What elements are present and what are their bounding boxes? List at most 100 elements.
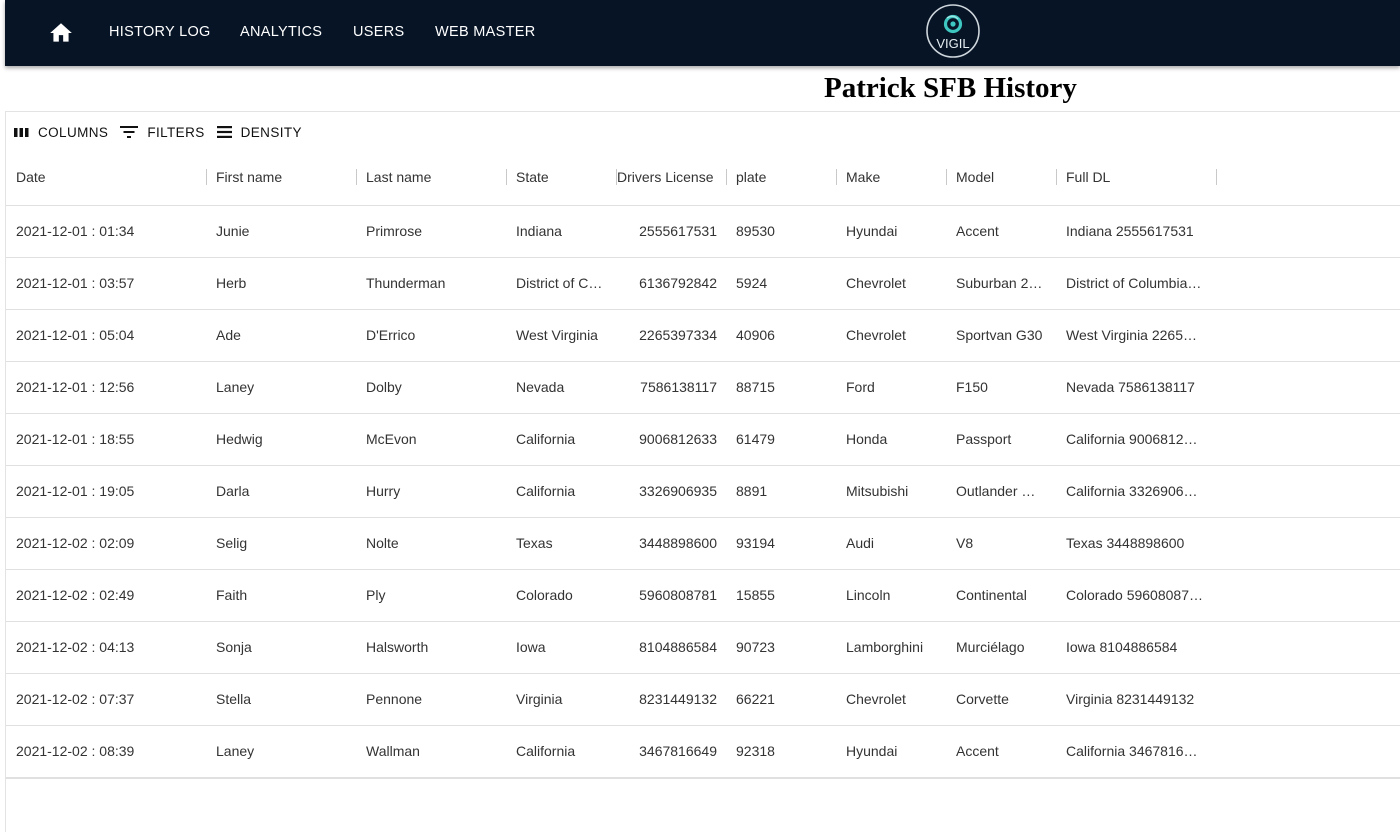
cell-date[interactable]: 2021-12-02 : 02:49 xyxy=(16,570,201,621)
cell-model[interactable]: Accent xyxy=(956,726,1048,777)
cell-date[interactable]: 2021-12-01 : 19:05 xyxy=(16,466,201,517)
vigil-logo[interactable]: VIGIL xyxy=(925,2,981,60)
cell-state[interactable]: Iowa xyxy=(516,622,608,673)
cell-plate[interactable]: 15855 xyxy=(736,570,831,621)
cell-make[interactable]: Lincoln xyxy=(846,570,941,621)
nav-users[interactable]: USERS xyxy=(353,24,404,40)
cell-model[interactable]: Corvette xyxy=(956,674,1048,725)
cell-first-name[interactable]: Faith xyxy=(216,570,351,621)
cell-plate[interactable]: 88715 xyxy=(736,362,831,413)
table-row[interactable]: 2021-12-01 : 01:34 Junie Primrose Indiana 25… xyxy=(6,206,1400,258)
cell-full-dl[interactable]: Iowa 8104886584 xyxy=(1066,622,1208,673)
column-separator[interactable] xyxy=(206,169,207,185)
cell-state[interactable]: Nevada xyxy=(516,362,608,413)
cell-make[interactable]: Honda xyxy=(846,414,941,465)
table-row[interactable]: 2021-12-01 : 12:56 Laney Dolby Nevada 758613… xyxy=(6,362,1400,414)
cell-model[interactable]: Murciélago xyxy=(956,622,1048,673)
cell-model[interactable]: Sportvan G30 xyxy=(956,310,1048,361)
cell-drivers-license[interactable]: 5960808781 xyxy=(617,570,717,621)
cell-model[interactable]: V8 xyxy=(956,518,1048,569)
table-row[interactable]: 2021-12-02 : 02:49 Faith Ply Colorado 596080… xyxy=(6,570,1400,622)
cell-plate[interactable]: 93194 xyxy=(736,518,831,569)
cell-first-name[interactable]: Junie xyxy=(216,206,351,257)
cell-state[interactable]: California xyxy=(516,466,608,517)
cell-make[interactable]: Mitsubishi xyxy=(846,466,941,517)
cell-drivers-license[interactable]: 9006812633 xyxy=(617,414,717,465)
cell-drivers-license[interactable]: 7586138117 xyxy=(617,362,717,413)
cell-model[interactable]: Suburban 2… xyxy=(956,258,1048,309)
columns-button[interactable]: COLUMNS xyxy=(14,125,108,140)
column-separator[interactable] xyxy=(726,169,727,185)
cell-state[interactable]: California xyxy=(516,726,608,777)
cell-date[interactable]: 2021-12-01 : 05:04 xyxy=(16,310,201,361)
header-full-dl[interactable]: Full DL xyxy=(1066,150,1216,205)
cell-last-name[interactable]: Dolby xyxy=(366,362,501,413)
table-row[interactable]: 2021-12-02 : 07:37 Stella Pennone Virginia 8… xyxy=(6,674,1400,726)
cell-make[interactable]: Hyundai xyxy=(846,726,941,777)
header-last-name[interactable]: Last name xyxy=(366,150,506,205)
cell-first-name[interactable]: Selig xyxy=(216,518,351,569)
header-make[interactable]: Make xyxy=(846,150,946,205)
cell-model[interactable]: Passport xyxy=(956,414,1048,465)
density-button[interactable]: DENSITY xyxy=(216,125,302,140)
cell-full-dl[interactable]: Texas 3448898600 xyxy=(1066,518,1208,569)
cell-full-dl[interactable]: Nevada 7586138117 xyxy=(1066,362,1208,413)
cell-make[interactable]: Audi xyxy=(846,518,941,569)
cell-state[interactable]: West Virginia xyxy=(516,310,608,361)
cell-drivers-license[interactable]: 8231449132 xyxy=(617,674,717,725)
cell-first-name[interactable]: Hedwig xyxy=(216,414,351,465)
column-separator[interactable] xyxy=(1216,169,1217,185)
filters-button[interactable]: FILTERS xyxy=(120,125,204,140)
cell-drivers-license[interactable]: 3326906935 xyxy=(617,466,717,517)
cell-model[interactable]: Outlander … xyxy=(956,466,1048,517)
cell-full-dl[interactable]: Virginia 8231449132 xyxy=(1066,674,1208,725)
table-row[interactable]: 2021-12-01 : 19:05 Darla Hurry California 33… xyxy=(6,466,1400,518)
header-date[interactable]: Date xyxy=(16,150,206,205)
cell-model[interactable]: Continental xyxy=(956,570,1048,621)
table-row[interactable]: 2021-12-01 : 03:57 Herb Thunderman District… xyxy=(6,258,1400,310)
cell-last-name[interactable]: Nolte xyxy=(366,518,501,569)
cell-make[interactable]: Lamborghini xyxy=(846,622,941,673)
table-row[interactable]: 2021-12-02 : 04:13 Sonja Halsworth Iowa 8104… xyxy=(6,622,1400,674)
cell-plate[interactable]: 90723 xyxy=(736,622,831,673)
table-row[interactable]: 2021-12-01 : 18:55 Hedwig McEvon California… xyxy=(6,414,1400,466)
cell-full-dl[interactable]: California 3467816… xyxy=(1066,726,1208,777)
header-plate[interactable]: plate xyxy=(736,150,836,205)
cell-full-dl[interactable]: District of Columbia… xyxy=(1066,258,1208,309)
cell-date[interactable]: 2021-12-02 : 08:39 xyxy=(16,726,201,777)
table-row[interactable]: 2021-12-02 : 08:39 Laney Wallman California… xyxy=(6,726,1400,778)
cell-date[interactable]: 2021-12-01 : 18:55 xyxy=(16,414,201,465)
cell-date[interactable]: 2021-12-01 : 01:34 xyxy=(16,206,201,257)
cell-last-name[interactable]: Primrose xyxy=(366,206,501,257)
cell-first-name[interactable]: Stella xyxy=(216,674,351,725)
table-row[interactable]: 2021-12-01 : 05:04 Ade D'Errico West Virgin… xyxy=(6,310,1400,362)
cell-date[interactable]: 2021-12-02 : 02:09 xyxy=(16,518,201,569)
cell-plate[interactable]: 8891 xyxy=(736,466,831,517)
cell-drivers-license[interactable]: 3467816649 xyxy=(617,726,717,777)
cell-plate[interactable]: 92318 xyxy=(736,726,831,777)
cell-make[interactable]: Chevrolet xyxy=(846,310,941,361)
cell-full-dl[interactable]: Indiana 2555617531 xyxy=(1066,206,1208,257)
cell-last-name[interactable]: Hurry xyxy=(366,466,501,517)
cell-make[interactable]: Hyundai xyxy=(846,206,941,257)
cell-date[interactable]: 2021-12-02 : 07:37 xyxy=(16,674,201,725)
cell-first-name[interactable]: Herb xyxy=(216,258,351,309)
header-first-name[interactable]: First name xyxy=(216,150,356,205)
cell-state[interactable]: Texas xyxy=(516,518,608,569)
cell-first-name[interactable]: Darla xyxy=(216,466,351,517)
cell-full-dl[interactable]: California 3326906… xyxy=(1066,466,1208,517)
header-state[interactable]: State xyxy=(516,150,616,205)
cell-plate[interactable]: 61479 xyxy=(736,414,831,465)
header-model[interactable]: Model xyxy=(956,150,1056,205)
column-separator[interactable] xyxy=(946,169,947,185)
cell-date[interactable]: 2021-12-01 : 12:56 xyxy=(16,362,201,413)
cell-last-name[interactable]: Pennone xyxy=(366,674,501,725)
cell-drivers-license[interactable]: 2265397334 xyxy=(617,310,717,361)
nav-web-master[interactable]: WEB MASTER xyxy=(435,24,535,40)
column-separator[interactable] xyxy=(356,169,357,185)
header-drivers-license[interactable]: Drivers License xyxy=(617,150,726,205)
home-icon[interactable] xyxy=(48,20,74,46)
cell-model[interactable]: F150 xyxy=(956,362,1048,413)
column-separator[interactable] xyxy=(836,169,837,185)
cell-drivers-license[interactable]: 2555617531 xyxy=(617,206,717,257)
